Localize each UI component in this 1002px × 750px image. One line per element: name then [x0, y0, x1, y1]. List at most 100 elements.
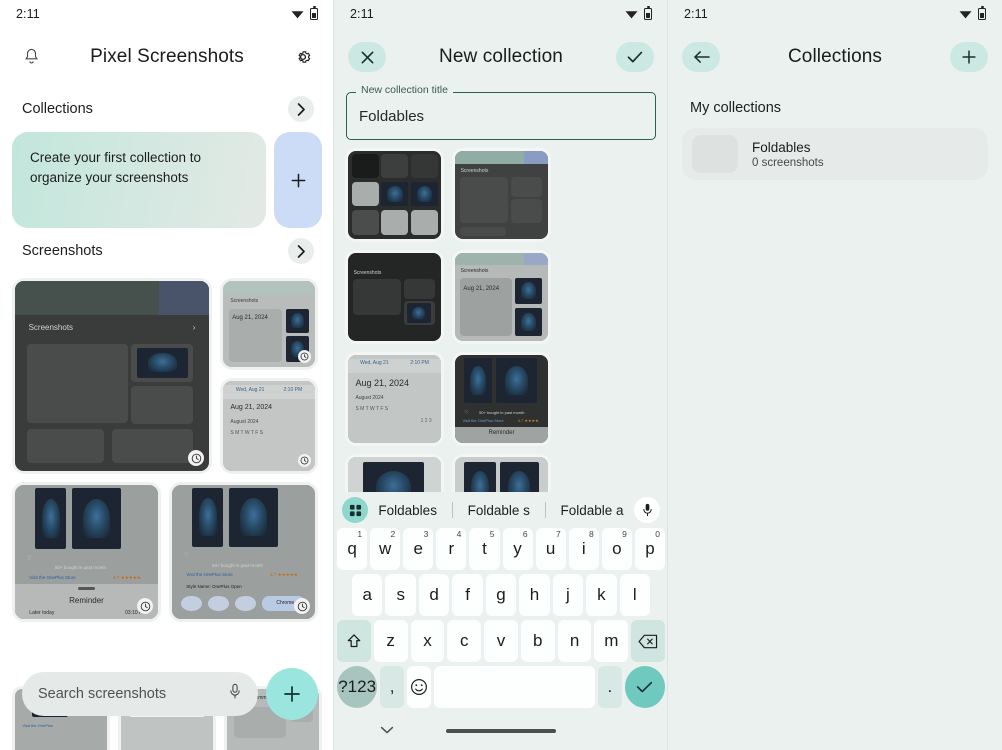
system-nav-bar: [334, 712, 668, 750]
search-dock: Visit the OnePlus Charge Summer Search s…: [0, 660, 334, 750]
key-b[interactable]: b: [520, 620, 555, 662]
thumbnail-row: ♡ 50+ bought in past month Visit the One…: [12, 482, 322, 622]
history-badge-icon: [455, 341, 548, 344]
history-badge-icon: [348, 239, 441, 242]
key-u[interactable]: 7u: [535, 528, 566, 570]
key-t[interactable]: 5t: [469, 528, 500, 570]
thumbnail-row: Screenshots › Screenshots Aug 21, 2024 W…: [12, 278, 322, 474]
status-time: 2:11: [16, 7, 40, 21]
search-input[interactable]: Search screenshots: [22, 672, 258, 716]
keyboard-row-4: ?123 , .: [334, 666, 668, 712]
collection-title-value: Foldables: [359, 107, 425, 125]
screenshots-label: Screenshots: [22, 243, 103, 259]
key-v[interactable]: v: [484, 620, 518, 662]
screenshot-thumbnail[interactable]: Screenshots Aug 21, 2024: [220, 278, 318, 370]
chevron-right-icon[interactable]: [288, 96, 314, 122]
collection-title-input[interactable]: Foldables: [346, 92, 656, 140]
key-l[interactable]: l: [619, 574, 650, 616]
space-key[interactable]: [433, 666, 595, 708]
app-bar: Collections: [668, 28, 1002, 86]
keyboard-grid-icon[interactable]: [342, 497, 368, 523]
microphone-icon[interactable]: [228, 683, 242, 705]
key-s[interactable]: s: [385, 574, 416, 616]
on-screen-keyboard: Foldables Foldable s Foldable a 1q 2w 3e…: [334, 492, 668, 750]
status-time: 2:11: [684, 7, 708, 21]
key-g[interactable]: g: [485, 574, 517, 616]
keyboard-row-3: z x c v b n m: [334, 620, 668, 666]
add-collection-icon[interactable]: [950, 42, 988, 72]
history-badge-icon: [298, 454, 311, 467]
key-i[interactable]: 8i: [568, 528, 599, 570]
status-bar: 2:11: [334, 0, 668, 28]
enter-key[interactable]: [624, 666, 666, 708]
screenshot-thumbnail[interactable]: Wed, Aug 21 2:10 PM Aug 21, 2024 August 202…: [345, 352, 444, 446]
backspace-icon[interactable]: [631, 620, 666, 662]
screenshot-thumbnail[interactable]: Screenshots Aug 21, 2024: [452, 250, 551, 344]
key-w[interactable]: 2w: [370, 528, 401, 570]
suggestion-item[interactable]: Foldable s: [462, 503, 536, 518]
chevron-right-icon[interactable]: [288, 238, 314, 264]
status-bar: 2:11: [668, 0, 1002, 28]
key-j[interactable]: j: [552, 574, 584, 616]
key-x[interactable]: x: [410, 620, 445, 662]
key-m[interactable]: m: [594, 620, 629, 662]
key-d[interactable]: d: [418, 574, 450, 616]
screenshot-thumbnail[interactable]: ♡ 50+ bought in past month Visit the OnePl…: [452, 352, 551, 446]
screenshot-thumbnail[interactable]: [345, 148, 444, 242]
history-badge-icon: [294, 598, 310, 614]
arrow-left-icon[interactable]: [682, 42, 720, 72]
period-key[interactable]: .: [597, 666, 622, 708]
add-collection-button[interactable]: [274, 132, 322, 228]
screenshot-thumbnail[interactable]: Screenshots: [452, 148, 551, 242]
add-screenshot-fab[interactable]: [266, 668, 318, 720]
screenshot-thumbnail[interactable]: ♡ 50+ bought in past month Visit the One…: [169, 482, 318, 622]
screenshot-thumbnail[interactable]: Wed, Aug 21 2:10 PM Aug 21, 2024 August …: [220, 378, 318, 474]
key-y[interactable]: 6y: [502, 528, 533, 570]
create-collection-promo[interactable]: Create your first collection to organize…: [12, 132, 266, 228]
status-icons: [625, 6, 652, 20]
key-h[interactable]: h: [519, 574, 550, 616]
suggestion-item[interactable]: Foldable a: [555, 503, 630, 518]
screenshots-section-header[interactable]: Screenshots: [0, 228, 334, 274]
collections-section-header[interactable]: Collections: [0, 86, 334, 132]
close-icon[interactable]: [348, 42, 386, 72]
emoji-icon[interactable]: [407, 666, 431, 708]
key-a[interactable]: a: [352, 574, 383, 616]
collection-text: Foldables 0 screenshots: [752, 140, 824, 169]
symbols-key[interactable]: ?123: [337, 666, 378, 708]
key-z[interactable]: z: [373, 620, 408, 662]
plus-icon: [284, 686, 300, 702]
key-f[interactable]: f: [452, 574, 483, 616]
panel-new-collection: 2:11 New collection New collection title…: [334, 0, 668, 750]
wifi-icon: [959, 11, 972, 19]
chevron-down-icon[interactable]: [380, 722, 394, 740]
shift-icon[interactable]: [336, 620, 371, 662]
collections-label: Collections: [22, 101, 93, 117]
nav-home-pill[interactable]: [446, 729, 556, 733]
key-q[interactable]: 1q: [337, 528, 368, 570]
check-icon[interactable]: [616, 42, 654, 72]
suggestion-item[interactable]: Foldables: [372, 503, 443, 518]
list-item[interactable]: Foldables 0 screenshots: [682, 128, 988, 180]
key-n[interactable]: n: [557, 620, 592, 662]
screenshot-thumbnail[interactable]: Screenshots ›: [12, 278, 212, 474]
key-p[interactable]: 0p: [634, 528, 665, 570]
key-o[interactable]: 9o: [601, 528, 632, 570]
suggestion-separator: [544, 502, 546, 518]
search-placeholder: Search screenshots: [38, 686, 167, 702]
gear-icon[interactable]: [286, 40, 320, 74]
key-k[interactable]: k: [586, 574, 617, 616]
plus-icon: [291, 173, 305, 187]
microphone-icon[interactable]: [634, 497, 660, 523]
panel-pixel-screenshots-home: 2:11 Pixel Screenshots Collections Creat…: [0, 0, 334, 750]
panel-collections-list: 2:11 Collections My collections Foldable…: [668, 0, 1002, 750]
key-r[interactable]: 4r: [436, 528, 467, 570]
key-e[interactable]: 3e: [403, 528, 434, 570]
screenshot-thumbnail[interactable]: ♡ 50+ bought in past month Visit the One…: [12, 482, 161, 622]
screenshot-thumbnail[interactable]: Screenshots: [345, 250, 444, 344]
key-c[interactable]: c: [447, 620, 482, 662]
check-icon: [637, 681, 653, 693]
status-time: 2:11: [350, 7, 374, 21]
bell-icon[interactable]: [14, 40, 48, 74]
comma-key[interactable]: ,: [380, 666, 405, 708]
